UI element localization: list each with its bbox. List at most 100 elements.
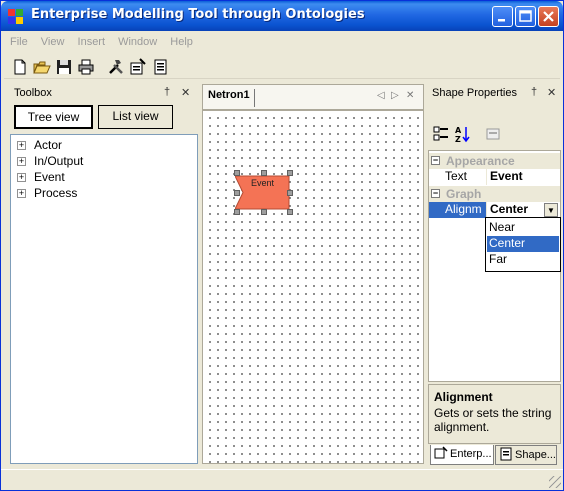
toolbox-close-icon[interactable]: ✕ (181, 86, 190, 99)
menu-window[interactable]: Window (112, 33, 161, 48)
minimize-icon (498, 19, 505, 22)
save-button[interactable] (54, 57, 74, 77)
status-bar (1, 469, 563, 490)
tab-netron1[interactable]: Netron1 (208, 89, 255, 107)
menu-bar: File View Insert Window Help (4, 33, 560, 53)
expand-icon[interactable]: + (17, 141, 26, 150)
svg-text:Z: Z (455, 135, 461, 144)
menu-file[interactable]: File (4, 33, 32, 48)
print-icon (78, 59, 94, 75)
properties-header: Shape Properties † ✕ (428, 84, 561, 102)
categorized-button[interactable] (432, 124, 450, 144)
tree-item-event[interactable]: + Event (17, 170, 65, 186)
tree-item-process[interactable]: + Process (17, 186, 77, 202)
property-row-text[interactable]: Text Event (429, 169, 560, 185)
collapse-icon[interactable]: − (431, 156, 440, 165)
category-graph[interactable]: − Graph (429, 186, 560, 202)
category-appearance[interactable]: − Appearance (429, 153, 560, 169)
window-title: Enterprise Modelling Tool through Ontolo… (31, 7, 365, 22)
document-button[interactable] (150, 57, 170, 77)
maximize-button[interactable] (515, 6, 536, 27)
document-icon (154, 59, 167, 75)
app-icon (8, 9, 24, 25)
properties-toolbar: AZ (428, 120, 561, 150)
resize-handle-se[interactable] (287, 209, 293, 215)
property-grid: − Appearance Text Event − Graph Alignm C… (428, 150, 561, 382)
resize-handle-sw[interactable] (234, 209, 240, 215)
alphabetical-button[interactable]: AZ (454, 124, 472, 144)
tab-close-icon[interactable]: ✕ (406, 90, 414, 101)
option-far[interactable]: Far (487, 252, 559, 268)
resize-handle-ne[interactable] (287, 170, 293, 176)
toolbox-header: Toolbox † ✕ (10, 84, 198, 102)
tab-next-icon[interactable]: ▷ (391, 90, 399, 101)
pin-icon[interactable]: † (164, 86, 170, 98)
tab-tree-view[interactable]: Tree view (14, 105, 93, 129)
property-help-panel: Alignment Gets or sets the string alignm… (428, 384, 561, 444)
tools-button[interactable] (106, 57, 126, 77)
tree-item-label: Event (34, 170, 65, 184)
properties-bottom-tabs: Enterp... Shape... (428, 445, 561, 465)
tab-prev-icon[interactable]: ◁ (377, 90, 385, 101)
menu-view[interactable]: View (35, 33, 69, 48)
expand-icon[interactable]: + (17, 157, 26, 166)
resize-handle-w[interactable] (234, 190, 240, 196)
properties-pane: Shape Properties † ✕ AZ − Appearance Tex… (428, 84, 561, 466)
alignment-select[interactable]: Center ▼ (487, 202, 560, 218)
toolbox-tabs: Tree view List view (10, 102, 198, 132)
resize-handle-n[interactable] (261, 170, 267, 176)
resize-grip-icon[interactable] (549, 476, 561, 488)
resize-handle-e[interactable] (287, 190, 293, 196)
property-value[interactable]: Event (487, 169, 560, 185)
option-center[interactable]: Center (487, 236, 559, 252)
tree-item-actor[interactable]: + Actor (17, 138, 62, 154)
property-name: Alignm (429, 202, 487, 218)
diagram-canvas[interactable]: Event (202, 110, 424, 464)
open-folder-icon (33, 61, 51, 74)
menu-insert[interactable]: Insert (72, 33, 110, 48)
toolbar (4, 55, 560, 79)
svg-text:A: A (455, 126, 462, 135)
resize-handle-nw[interactable] (234, 170, 240, 176)
tree-item-in-output[interactable]: + In/Output (17, 154, 83, 170)
toolbox-pane: Toolbox † ✕ Tree view List view + Actor +… (10, 84, 198, 464)
dropdown-arrow-icon[interactable]: ▼ (544, 203, 558, 217)
toolbox-tree: + Actor + In/Output + Event + Process (10, 134, 198, 464)
open-button[interactable] (32, 57, 52, 77)
tree-item-label: Process (34, 186, 78, 200)
category-label: Graph (446, 187, 482, 201)
tools-icon (109, 60, 123, 74)
collapse-icon[interactable]: − (431, 189, 440, 198)
new-file-button[interactable] (10, 57, 30, 77)
close-button[interactable] (538, 6, 559, 27)
event-shape[interactable]: Event (234, 175, 290, 210)
option-near[interactable]: Near (487, 220, 559, 236)
alignment-value: Center (490, 202, 529, 216)
properties-close-icon[interactable]: ✕ (547, 86, 556, 99)
properties-button[interactable] (128, 57, 148, 77)
expand-icon[interactable]: + (17, 189, 26, 198)
expand-icon[interactable]: + (17, 173, 26, 182)
tab-label: Shape... (515, 449, 556, 461)
property-name: Text (429, 169, 487, 185)
pin-icon[interactable]: † (531, 86, 537, 98)
title-bar[interactable]: Enterprise Modelling Tool through Ontolo… (1, 1, 563, 31)
properties-icon (130, 58, 146, 75)
tree-item-label: In/Output (34, 154, 84, 168)
tab-list-view[interactable]: List view (98, 105, 173, 129)
document-tab-strip: Netron1 ◁ ▷ ✕ (202, 84, 424, 110)
help-description: Gets or sets the string alignment. (434, 406, 552, 434)
property-row-alignment[interactable]: Alignm Center ▼ (429, 202, 560, 218)
resize-handle-s[interactable] (261, 209, 267, 215)
minimize-button[interactable] (492, 6, 513, 27)
tab-label: Enterp... (450, 448, 492, 460)
toolbox-title: Toolbox (14, 87, 52, 99)
tab-enterprise[interactable]: Enterp... (430, 445, 494, 465)
category-label: Appearance (446, 154, 515, 168)
print-button[interactable] (76, 57, 96, 77)
menu-help[interactable]: Help (164, 33, 197, 48)
property-pages-button[interactable] (484, 124, 502, 144)
document-icon (500, 447, 512, 461)
help-title: Alignment (434, 390, 493, 404)
tab-shape[interactable]: Shape... (495, 445, 557, 465)
